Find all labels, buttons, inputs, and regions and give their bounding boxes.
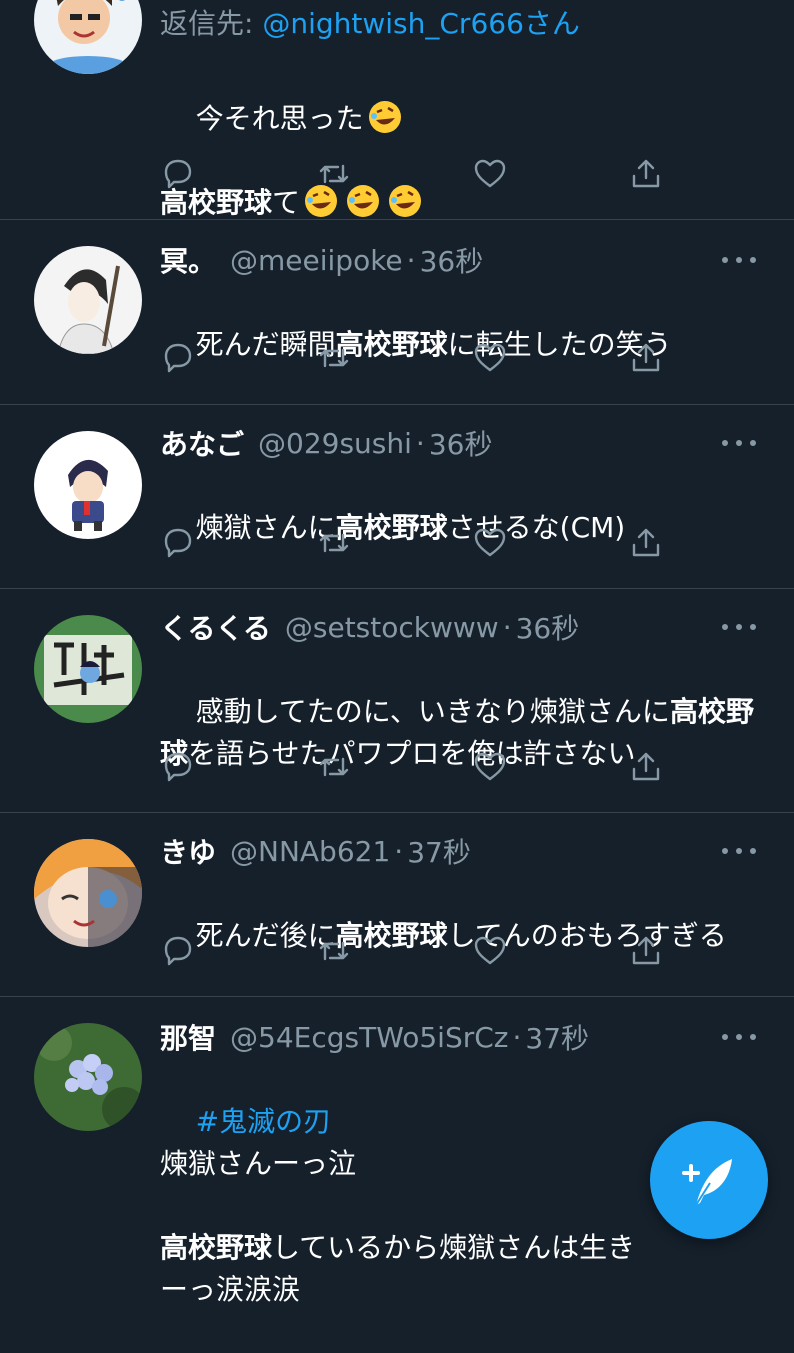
- user-handle[interactable]: @NNAb621: [230, 835, 390, 868]
- retweet-icon[interactable]: [316, 525, 352, 561]
- more-icon[interactable]: [722, 831, 756, 871]
- avatar[interactable]: [34, 839, 142, 947]
- reply-icon[interactable]: [160, 525, 196, 561]
- heart-icon[interactable]: [472, 933, 508, 969]
- share-icon[interactable]: [628, 156, 664, 192]
- tweet[interactable]: あなご @029sushi · 36秒 煉獄さんに高校野球させるな(CM): [0, 405, 794, 589]
- retweet-icon[interactable]: [316, 933, 352, 969]
- tweet[interactable]: きゆ @NNAb621 · 37秒 死んだ後に高校野球してんのおもろすぎる: [0, 813, 794, 997]
- tweet[interactable]: 冥。 @meeiipoke · 36秒 死んだ瞬間高校野球に転生したの笑う: [0, 220, 794, 405]
- avatar[interactable]: [34, 1023, 142, 1131]
- reply-mention-link[interactable]: @nightwish_Cr666さん: [262, 7, 580, 40]
- tweet-text: 感動してたのに、いきなり煉獄さんに高校野 球を語らせたパワプロを俺は許さない: [160, 695, 754, 770]
- avatar[interactable]: [34, 615, 142, 723]
- timestamp[interactable]: 36秒: [420, 240, 484, 280]
- tweet-actions: [160, 156, 670, 192]
- heart-icon[interactable]: [472, 525, 508, 561]
- tweet-actions: [160, 749, 670, 785]
- timestamp[interactable]: 36秒: [429, 423, 493, 463]
- display-name[interactable]: 冥。: [160, 240, 216, 280]
- tweet[interactable]: くるくる @setstockwww · 36秒 感動してたのに、いきなり煉獄さんに高校…: [0, 589, 794, 813]
- heart-icon[interactable]: [472, 340, 508, 376]
- timestamp[interactable]: 37秒: [525, 1017, 589, 1057]
- reply-icon[interactable]: [160, 749, 196, 785]
- retweet-icon[interactable]: [316, 749, 352, 785]
- more-icon[interactable]: [722, 607, 756, 647]
- display-name[interactable]: あなご: [160, 423, 244, 463]
- tweet-header: くるくる @setstockwww · 36秒: [160, 607, 579, 647]
- reply-icon[interactable]: [160, 933, 196, 969]
- share-icon[interactable]: [628, 749, 664, 785]
- tweet-actions: [160, 525, 670, 561]
- hashtag-link[interactable]: #鬼滅の刃: [196, 1105, 331, 1138]
- timestamp[interactable]: 37秒: [407, 831, 471, 871]
- compose-tweet-icon: [682, 1159, 732, 1206]
- display-name[interactable]: きゆ: [160, 831, 216, 871]
- tweet-actions: [160, 933, 670, 969]
- separator-dot: ·: [394, 834, 404, 868]
- tweet-header: きゆ @NNAb621 · 37秒: [160, 831, 471, 871]
- compose-tweet-button[interactable]: [650, 1121, 768, 1239]
- tweet-header: あなご @029sushi · 36秒: [160, 423, 492, 463]
- share-icon[interactable]: [628, 340, 664, 376]
- avatar[interactable]: [34, 431, 142, 539]
- tweet-header: 那智 @54EcgsTWo5iSrCz · 37秒: [160, 1017, 589, 1057]
- user-handle[interactable]: @setstockwww: [285, 611, 499, 644]
- separator-dot: ·: [406, 243, 416, 277]
- separator-dot: ·: [502, 610, 512, 644]
- user-handle[interactable]: @54EcgsTWo5iSrCz: [230, 1021, 508, 1054]
- heart-icon[interactable]: [472, 749, 508, 785]
- user-handle[interactable]: @meeiipoke: [230, 244, 403, 277]
- more-icon[interactable]: [722, 423, 756, 463]
- retweet-icon[interactable]: [316, 340, 352, 376]
- more-icon[interactable]: [722, 1017, 756, 1057]
- tweet-actions: [160, 340, 670, 376]
- tweet-header: 冥。 @meeiipoke · 36秒: [160, 240, 483, 280]
- share-icon[interactable]: [628, 933, 664, 969]
- reply-to-line: 返信先: @nightwish_Cr666さん: [160, 4, 580, 44]
- display-name[interactable]: くるくる: [160, 607, 271, 647]
- retweet-icon[interactable]: [316, 156, 352, 192]
- share-icon[interactable]: [628, 525, 664, 561]
- timestamp[interactable]: 36秒: [516, 607, 580, 647]
- avatar[interactable]: [34, 246, 142, 354]
- reply-to-label: 返信先:: [160, 7, 263, 40]
- separator-dot: ·: [415, 426, 425, 460]
- separator-dot: ·: [512, 1020, 522, 1054]
- reply-icon[interactable]: [160, 156, 196, 192]
- rolling-laughing-emoji: [368, 100, 402, 134]
- display-name[interactable]: 那智: [160, 1017, 216, 1057]
- user-handle[interactable]: @029sushi: [258, 427, 412, 460]
- reply-icon[interactable]: [160, 340, 196, 376]
- avatar[interactable]: [34, 0, 142, 74]
- heart-icon[interactable]: [472, 156, 508, 192]
- tweet[interactable]: 返信先: @nightwish_Cr666さん 今それ思った 高校野球て: [0, 0, 794, 220]
- more-icon[interactable]: [722, 240, 756, 280]
